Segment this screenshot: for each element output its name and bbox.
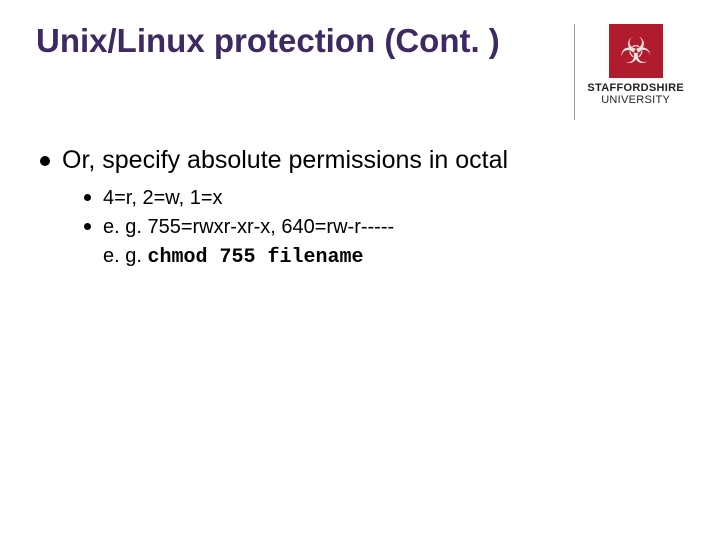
sub-bullet-item: 4=r, 2=w, 1=x (84, 185, 684, 212)
chmod-command: chmod 755 filename (147, 246, 363, 269)
sub-item-2-line2: e. g. chmod 755 filename (103, 243, 364, 271)
top-bullet-item: Or, specify absolute permissions in octa… (40, 146, 684, 175)
sub-bullet-list: 4=r, 2=w, 1=x e. g. 755=rwxr-xr-x, 640=r… (40, 185, 684, 271)
sub-item-2-line1: e. g. 755=rwxr-xr-x, 640=rw-r----- (103, 214, 394, 241)
bullet-large-icon (40, 156, 50, 166)
sub-item-1-text: 4=r, 2=w, 1=x (103, 185, 223, 212)
university-logo: ☣ STAFFORDSHIRE UNIVERSITY (587, 24, 684, 106)
logo-line2: UNIVERSITY (601, 94, 670, 106)
slide-title: Unix/Linux protection (Cont. ) (36, 22, 500, 60)
line2-prefix: e. g. (103, 245, 147, 267)
sub-bullet-item-continuation: e. g. chmod 755 filename (84, 243, 684, 271)
logo-area: ☣ STAFFORDSHIRE UNIVERSITY (574, 22, 684, 120)
logo-square: ☣ (609, 24, 663, 78)
logo-divider (574, 24, 575, 120)
sub-bullet-item: e. g. 755=rwxr-xr-x, 640=rw-r----- (84, 214, 684, 241)
slide-body: Or, specify absolute permissions in octa… (36, 146, 684, 271)
bullet-small-icon (84, 194, 91, 201)
logo-text: STAFFORDSHIRE UNIVERSITY (587, 82, 684, 106)
top-item-text: Or, specify absolute permissions in octa… (62, 146, 508, 175)
slide-header: Unix/Linux protection (Cont. ) ☣ STAFFOR… (36, 22, 684, 120)
biohazard-icon: ☣ (620, 33, 652, 69)
logo-line1: STAFFORDSHIRE (587, 82, 684, 94)
bullet-small-icon (84, 223, 91, 230)
